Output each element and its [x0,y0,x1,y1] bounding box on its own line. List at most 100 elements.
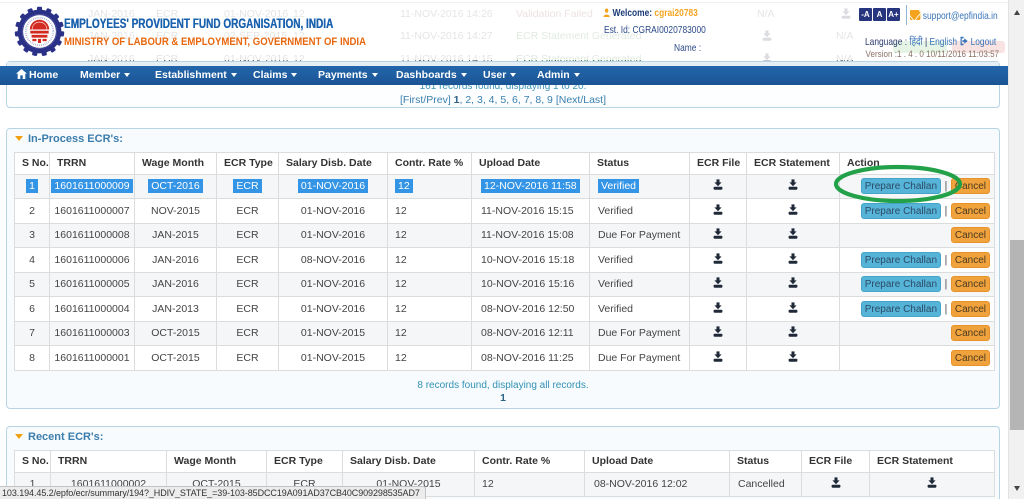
cell-s-no: 7 [14,320,50,346]
lang-hindi-link[interactable]: हिंदी [909,36,922,48]
font-size-button-Aplus[interactable]: A+ [887,8,900,21]
cancel-button[interactable]: Cancel [951,227,990,244]
download-icon[interactable] [788,302,798,313]
download-icon[interactable] [831,477,841,488]
download-icon[interactable] [788,228,798,239]
cell-action: Prepare Challan | Cancel [839,198,995,224]
chevron-down-icon [371,72,378,77]
nav-item-user[interactable]: User [483,66,517,86]
download-icon[interactable] [713,302,723,313]
nav-item-claims[interactable]: Claims [253,66,298,86]
cancel-button[interactable]: Cancel [951,178,990,195]
download-icon[interactable] [713,326,723,337]
download-icon[interactable] [788,277,798,288]
download-icon[interactable] [713,253,723,264]
cell-trrn: 1601611000009 [49,173,135,199]
cell-salary-disb-date: 01-NOV-2016 [278,296,388,322]
recent-title[interactable]: Recent ECR's: [15,431,103,443]
mail-icon [910,10,921,20]
welcome-line: Welcome: cgrai20783 [603,7,698,19]
prepare-challan-button[interactable]: Prepare Challan [861,202,941,219]
column-header-s-no: S No. [14,450,51,473]
org-title: EMPLOYEES' PROVIDENT FUND ORGANISATION, … [64,15,334,31]
cancel-button[interactable]: Cancel [951,276,990,293]
font-size-button-A[interactable]: A [873,8,886,21]
nav-item-admin[interactable]: Admin [537,66,580,86]
first-prev-link[interactable]: [First/Prev] [400,94,454,106]
cell-salary-disb-date: 01-NOV-2016 [278,222,388,248]
logout-link[interactable]: Logout [971,36,997,48]
cell-status: Due For Payment [589,320,690,346]
scrollbar-up-arrow-icon[interactable] [1013,10,1020,15]
prepare-challan-button[interactable]: Prepare Challan [861,300,941,317]
cell-s-no: 6 [14,296,50,322]
download-icon[interactable] [927,477,937,488]
next-last-link[interactable]: [Next/Last] [556,94,606,106]
prepare-challan-button[interactable]: Prepare Challan [861,276,941,293]
cell-upload-date: 10-NOV-2016 15:18 [471,247,590,273]
table-row: 6 1601611000004 JAN-2013 ECR 01-NOV-2016 12 08… [14,296,995,322]
column-header-action: Action [839,152,995,175]
column-header-wage-month: Wage Month [134,152,217,175]
cell-contr-rate: 12 [387,173,472,199]
column-header-status: Status [729,450,802,473]
chevron-down-icon [510,72,517,77]
prepare-challan-button[interactable]: Prepare Challan [861,251,941,268]
download-icon[interactable] [788,253,798,264]
pagination-links: [First/Prev] 1, 2, 3, 4, 5, 6, 7, 8, 9 [… [7,94,999,106]
nav-item-establishment[interactable]: Establishment [155,66,237,86]
cell-ecr-statement [746,345,840,371]
scrollbar-down-arrow-icon[interactable] [1013,486,1020,491]
button-separator: | [944,180,948,193]
chevron-down-icon [124,72,131,77]
cell-wage-month: JAN-2016 [134,271,217,297]
nav-item-home[interactable]: Home [16,66,58,86]
scrollbar-thumb[interactable] [1010,240,1024,430]
vertical-scrollbar[interactable] [1008,0,1024,499]
prepare-challan-button[interactable]: Prepare Challan [861,178,941,195]
cancel-button[interactable]: Cancel [951,251,990,268]
download-icon[interactable] [713,204,723,215]
cancel-button[interactable]: Cancel [951,349,990,366]
selected-text: ECR [233,179,262,194]
in-process-title[interactable]: In-Process ECR's: [15,133,123,145]
column-header-ecr-file: ECR File [801,450,870,473]
cell-action: Cancel [839,222,995,248]
nav-item-payments[interactable]: Payments [318,66,378,86]
in-process-records-line: 8 records found, displaying all records. [417,380,589,391]
download-icon[interactable] [713,179,723,190]
cell-upload-date: 12-NOV-2016 11:58 [471,173,590,199]
page-links[interactable]: , 2, 3, 4, 5, 6, 7, 8, 9 [460,94,556,106]
epfo-logo [14,6,65,56]
download-icon[interactable] [788,179,798,190]
download-icon[interactable] [713,277,723,288]
download-icon[interactable] [713,351,723,362]
cancel-button[interactable]: Cancel [951,325,990,342]
nav-item-member[interactable]: Member [80,66,131,86]
lang-english-link[interactable]: English [930,36,958,48]
support-email-link[interactable]: support@epfindia.in [923,10,998,22]
cancel-button[interactable]: Cancel [951,300,990,317]
cell-ecr-statement [746,271,840,297]
download-icon[interactable] [788,351,798,362]
cell-wage-month: NOV-2015 [134,198,217,224]
cell-contr-rate: 12 [387,320,472,346]
button-separator: | [944,253,948,266]
column-header-ecr-file: ECR File [689,152,747,175]
column-header-ecr-statement: ECR Statement [746,152,840,175]
cell-ecr-file [801,471,870,497]
cancel-button[interactable]: Cancel [951,202,990,219]
cell-ecr-statement [869,471,995,497]
language-line: Language : हिंदी | English Logout [865,35,996,49]
column-header-ecr-statement: ECR Statement [869,450,995,473]
cell-ecr-file [689,296,747,322]
cell-ecr-statement [746,296,840,322]
download-icon[interactable] [788,326,798,337]
nav-item-dashboards[interactable]: Dashboards [396,66,467,86]
font-size-button-minusA[interactable]: -A [859,8,872,21]
download-icon[interactable] [713,228,723,239]
table-row: 7 1601611000003 OCT-2015 ECR 01-NOV-2015 12 08… [14,320,995,346]
download-icon[interactable] [788,204,798,215]
cell-s-no: 4 [14,247,50,273]
cell-wage-month: JAN-2016 [134,247,217,273]
